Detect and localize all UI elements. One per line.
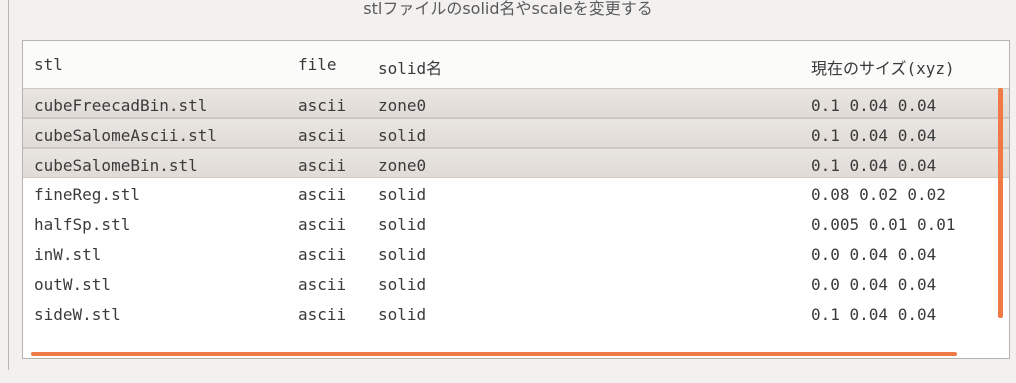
cell-file-type: ascii (298, 156, 347, 175)
table-row[interactable]: halfSp.stl ascii solid 0.005 0.01 0.01 (23, 208, 1009, 238)
cell-file-type: ascii (298, 126, 347, 145)
cell-solid-name: solid (378, 185, 427, 204)
cell-solid-name: solid (378, 245, 427, 264)
cell-current-size: 0.1 0.04 0.04 (811, 126, 937, 145)
cell-solid-name: solid (378, 275, 427, 294)
vertical-scrollbar[interactable] (998, 88, 1003, 318)
stl-file-list[interactable]: stl file solid名 現在のサイズ(xyz) cubeFreecadB… (22, 40, 1010, 359)
cell-current-size: 0.08 0.02 0.02 (811, 185, 946, 204)
window-title-text: stlファイルのsolid名やscaleを変更する (363, 0, 653, 18)
cell-current-size: 0.1 0.04 0.04 (811, 156, 937, 175)
cell-file-type: ascii (298, 185, 347, 204)
cell-stl-file: cubeSalomeAscii.stl (34, 126, 218, 145)
window-title: stlファイルのsolid名やscaleを変更する (0, 0, 1016, 24)
cell-solid-name: solid (378, 215, 427, 234)
cell-stl-file: fineReg.stl (34, 185, 140, 204)
horizontal-scrollbar[interactable] (31, 352, 957, 356)
cell-stl-file: cubeSalomeBin.stl (34, 156, 198, 175)
list-header: stl file solid名 現在のサイズ(xyz) (23, 41, 1009, 89)
cell-file-type: ascii (298, 245, 347, 264)
cell-current-size: 0.005 0.01 0.01 (811, 215, 956, 234)
cell-solid-name: solid (378, 305, 427, 324)
header-file[interactable]: file (298, 55, 337, 74)
cell-solid-name: solid (378, 126, 427, 145)
cell-current-size: 0.1 0.04 0.04 (811, 305, 937, 324)
cell-current-size: 0.0 0.04 0.04 (811, 275, 937, 294)
window-left-edge (8, 0, 9, 370)
cell-file-type: ascii (298, 275, 347, 294)
table-row[interactable]: cubeFreecadBin.stl ascii zone0 0.1 0.04 0.0… (23, 88, 1009, 118)
cell-stl-file: outW.stl (34, 275, 112, 294)
cell-stl-file: sideW.stl (34, 305, 121, 324)
table-row[interactable]: fineReg.stl ascii solid 0.08 0.02 0.02 (23, 178, 1009, 208)
header-solid-name[interactable]: solid名 (378, 55, 442, 79)
table-row[interactable]: outW.stl ascii solid 0.0 0.04 0.04 (23, 268, 1009, 298)
cell-file-type: ascii (298, 215, 347, 234)
cell-file-type: ascii (298, 305, 347, 324)
table-row[interactable]: inW.stl ascii solid 0.0 0.04 0.04 (23, 238, 1009, 268)
table-row[interactable]: sideW.stl ascii solid 0.1 0.04 0.04 (23, 298, 1009, 328)
cell-file-type: ascii (298, 96, 347, 115)
cell-stl-file: cubeFreecadBin.stl (34, 96, 208, 115)
cell-stl-file: inW.stl (34, 245, 102, 264)
header-stl[interactable]: stl (34, 55, 63, 74)
cell-solid-name: zone0 (378, 96, 427, 115)
cell-current-size: 0.0 0.04 0.04 (811, 245, 937, 264)
cell-solid-name: zone0 (378, 156, 427, 175)
cell-current-size: 0.1 0.04 0.04 (811, 96, 937, 115)
table-row[interactable]: cubeSalomeAscii.stl ascii solid 0.1 0.04 0.… (23, 118, 1009, 148)
cell-stl-file: halfSp.stl (34, 215, 131, 234)
header-current-size[interactable]: 現在のサイズ(xyz) (811, 55, 955, 79)
table-row[interactable]: cubeSalomeBin.stl ascii zone0 0.1 0.04 0.04 (23, 148, 1009, 178)
